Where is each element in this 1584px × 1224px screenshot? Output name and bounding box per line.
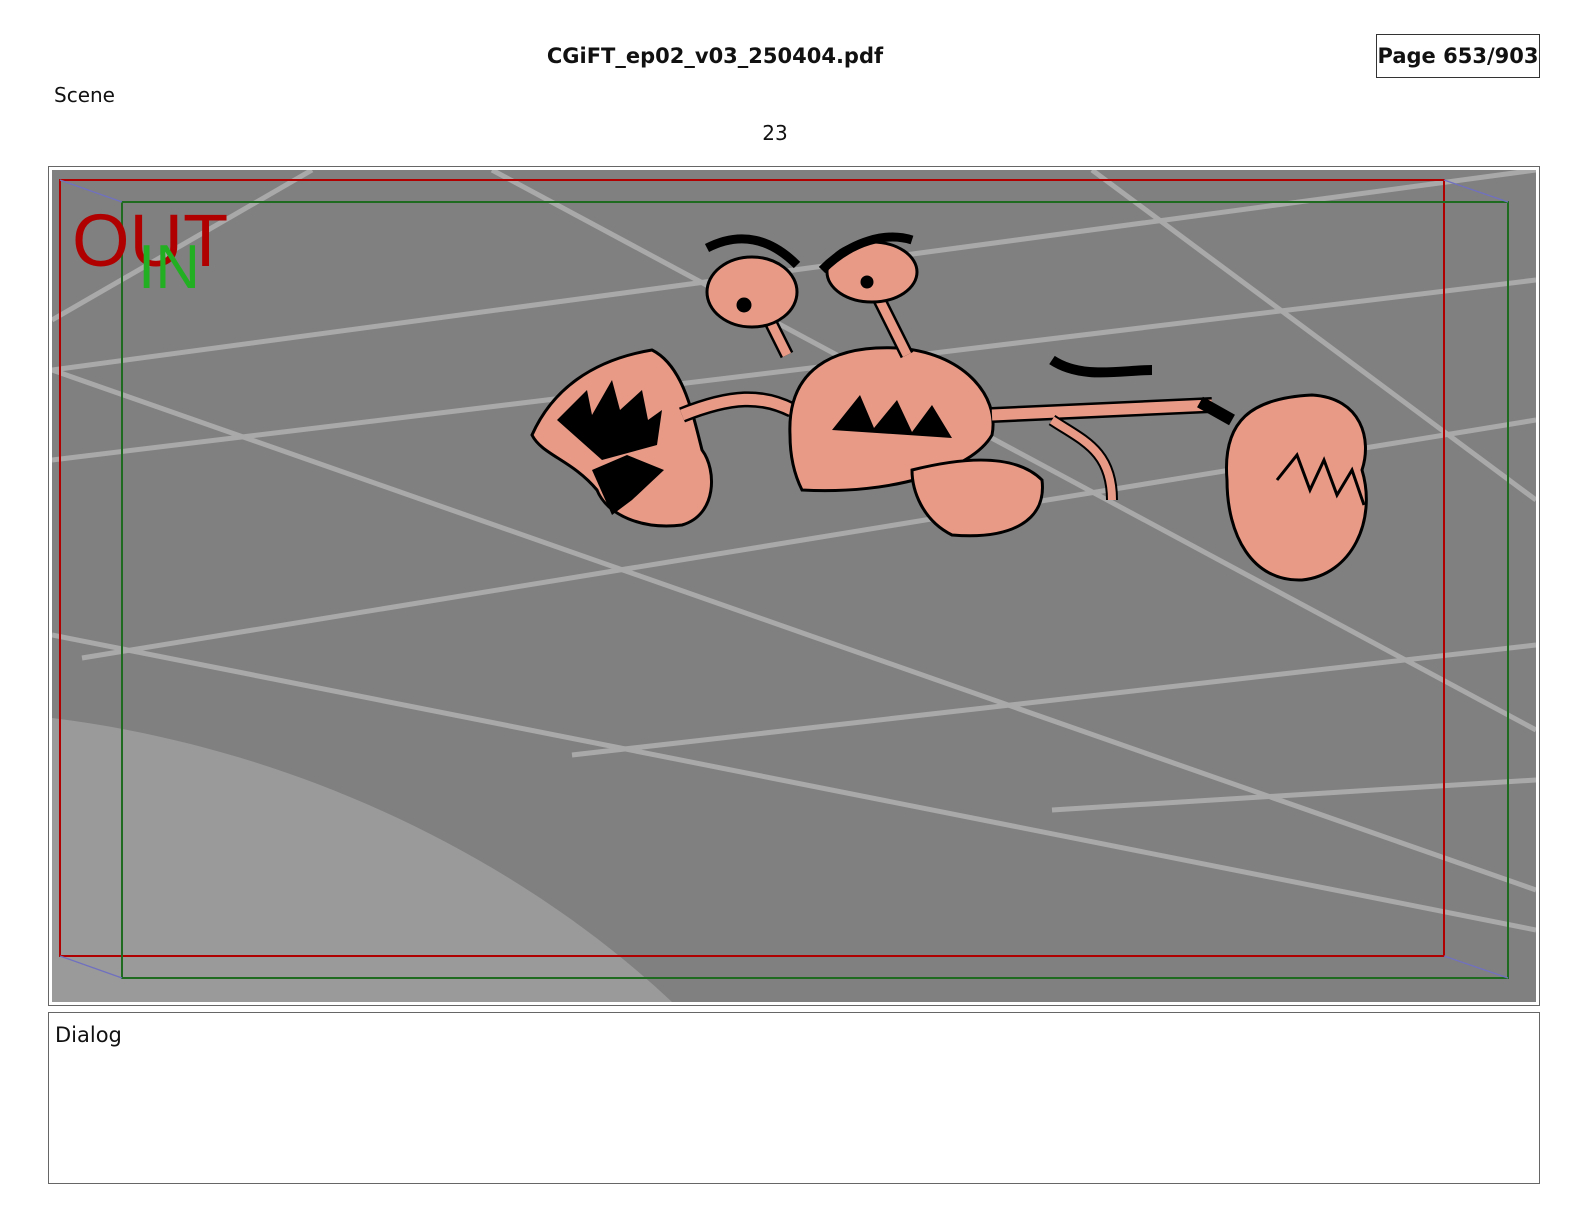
in-frame-label: IN (138, 233, 200, 302)
storyboard-panel: OUT IN (48, 166, 1540, 1006)
scene-number: 23 (762, 121, 788, 145)
dialog-box: Dialog (48, 1012, 1540, 1184)
scene-label: Scene (54, 83, 115, 107)
dialog-label: Dialog (55, 1023, 122, 1047)
page-indicator: Page 653/903 (1376, 34, 1540, 78)
storyboard-drawing: OUT IN (52, 170, 1536, 1002)
document-title: CGiFT_ep02_v03_250404.pdf (546, 44, 884, 68)
